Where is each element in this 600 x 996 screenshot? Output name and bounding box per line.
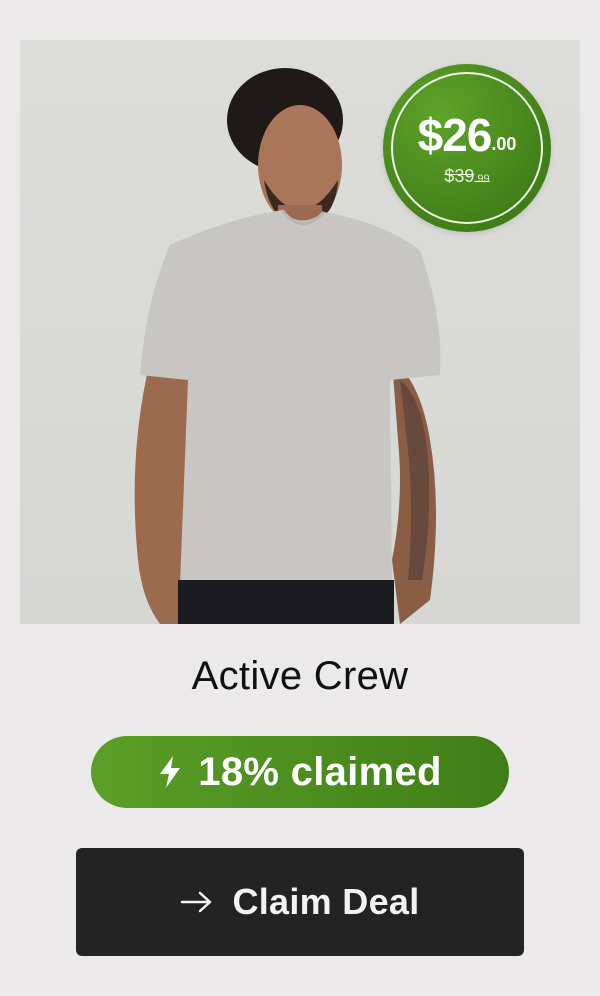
original-price-whole: $39 — [444, 166, 475, 186]
claim-deal-button[interactable]: Claim Deal — [76, 848, 524, 956]
original-price-cents: .99 — [474, 173, 490, 185]
arrow-right-icon — [180, 890, 214, 914]
price-badge: $26.00 $39.99 — [383, 64, 551, 232]
current-price-whole: $26 — [417, 109, 493, 161]
claim-deal-label: Claim Deal — [232, 881, 420, 922]
lightning-bolt-icon — [158, 755, 182, 789]
current-price-cents: .00 — [491, 134, 517, 154]
claimed-badge: 18% claimed — [91, 736, 509, 808]
claimed-label: 18% claimed — [198, 749, 442, 794]
current-price: $26.00 — [383, 108, 551, 162]
product-title: Active Crew — [191, 654, 409, 698]
original-price: $39.99 — [383, 166, 551, 187]
